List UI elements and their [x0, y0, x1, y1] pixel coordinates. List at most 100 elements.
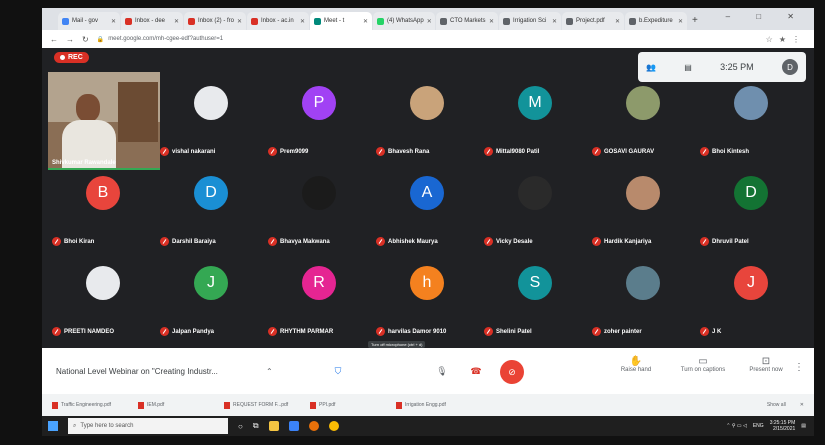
- present-button[interactable]: ⊡ Present now: [744, 356, 788, 373]
- participant-name-row: Darshil Baraiya: [160, 237, 216, 246]
- clock[interactable]: 3:25:15 PM 2/15/2021: [770, 420, 796, 432]
- captions-button[interactable]: ▭ Turn on captions: [676, 356, 730, 373]
- reload-icon[interactable]: ↻: [82, 35, 89, 44]
- more-options-icon[interactable]: ⋮: [794, 362, 804, 373]
- pdf-file-icon: [310, 401, 316, 409]
- mic-muted-icon: [160, 327, 169, 336]
- participant-name: RHYTHM PARMAR: [280, 328, 334, 335]
- participant-name: vishal nakarani: [172, 148, 216, 155]
- firefox-icon[interactable]: [308, 421, 319, 431]
- chat-icon[interactable]: ▤: [684, 63, 692, 72]
- tab-favicon-icon: [188, 17, 195, 25]
- participant-tile[interactable]: P Prem9099: [264, 72, 372, 160]
- mic-muted-icon: [268, 237, 277, 246]
- cortana-icon[interactable]: ○: [238, 422, 243, 431]
- language-indicator[interactable]: ENG: [753, 423, 764, 429]
- shield-icon[interactable]: ⛉: [328, 361, 348, 381]
- participant-tile[interactable]: vishal nakarani: [156, 72, 264, 160]
- browser-tab[interactable]: Irrigation Sci ✕: [499, 12, 561, 30]
- close-icon[interactable]: ✕: [800, 402, 804, 408]
- toolbar-icons[interactable]: ☆★⋮: [766, 35, 806, 44]
- participant-name: Bhoi Kiran: [64, 238, 95, 245]
- windows-start-icon[interactable]: [48, 421, 58, 431]
- browser-tab[interactable]: Inbox - dee ✕: [121, 12, 183, 30]
- microphone-button[interactable]: 🎙: [432, 361, 452, 381]
- tab-close-icon[interactable]: ✕: [678, 18, 683, 25]
- browser-tab[interactable]: Inbox - ac.in ✕: [247, 12, 309, 30]
- browser-tab[interactable]: Project.pdf ✕: [562, 12, 624, 30]
- participant-tile[interactable]: Hardik Kanjariya: [588, 162, 696, 250]
- participant-tile[interactable]: Bhavya Makwana: [264, 162, 372, 250]
- mic-muted-icon: [52, 327, 61, 336]
- tab-label: CTO Markets: [450, 18, 486, 24]
- browser-tab[interactable]: (4) WhatsApp ✕: [373, 12, 435, 30]
- participant-tile[interactable]: Bhavesh Rana: [372, 72, 480, 160]
- tab-close-icon[interactable]: ✕: [615, 18, 620, 25]
- show-all-downloads[interactable]: Show all: [767, 402, 786, 408]
- participant-tile[interactable]: M Mittal9080 Patil: [480, 72, 588, 160]
- participant-avatar: A: [410, 176, 444, 210]
- participant-tile[interactable]: S Shelini Patel: [480, 252, 588, 340]
- mic-muted-icon: [700, 237, 709, 246]
- leave-call-button[interactable]: ☎: [466, 361, 486, 381]
- tab-close-icon[interactable]: ✕: [111, 18, 116, 25]
- chevron-up-icon[interactable]: ⌃: [266, 367, 273, 376]
- participant-tile[interactable]: PREETI NAMDEO: [48, 252, 156, 340]
- new-tab-button[interactable]: +: [692, 12, 698, 30]
- participant-tile[interactable]: zoher painter: [588, 252, 696, 340]
- raise-hand-button[interactable]: ✋ Raise hand: [616, 356, 656, 373]
- window-controls[interactable]: – □ ✕: [726, 12, 806, 21]
- participant-name-row: Mittal9080 Patil: [484, 147, 539, 156]
- participant-tile[interactable]: D Darshil Baraiya: [156, 162, 264, 250]
- participant-avatar: P: [302, 86, 336, 120]
- participant-tile[interactable]: J J K: [696, 252, 804, 340]
- taskbar-search[interactable]: ⌕ Type here to search: [68, 418, 228, 434]
- browser-tab[interactable]: CTO Markets ✕: [436, 12, 498, 30]
- self-video-tile[interactable]: Shivkumar Rawandale: [48, 72, 160, 170]
- participant-tile[interactable]: A Abhishek Maurya: [372, 162, 480, 250]
- participant-tile[interactable]: D Dhruvil Patel: [696, 162, 804, 250]
- participant-tile[interactable]: h harvilas Damor 9010: [372, 252, 480, 340]
- participant-name: Bhavya Makwana: [280, 238, 330, 245]
- tray-icons[interactable]: ⌃ ⚲ ▭ ◁: [726, 423, 747, 429]
- task-view-icon[interactable]: ⧉: [253, 421, 259, 431]
- notification-icon[interactable]: ▤: [801, 423, 806, 429]
- search-placeholder: Type here to search: [80, 423, 134, 429]
- back-icon[interactable]: ←: [50, 35, 58, 44]
- tab-close-icon[interactable]: ✕: [237, 18, 242, 25]
- download-item[interactable]: REQUEST FORM F...pdf: [224, 401, 296, 409]
- chrome-icon[interactable]: [328, 421, 339, 431]
- download-item[interactable]: Traffic Engineering.pdf: [52, 401, 124, 409]
- participant-avatar: [194, 86, 228, 120]
- tab-close-icon[interactable]: ✕: [427, 18, 432, 25]
- participant-tile[interactable]: Vicky Desale: [480, 162, 588, 250]
- browser-tab[interactable]: Meet - t ✕: [310, 12, 372, 30]
- people-icon[interactable]: 👥: [646, 63, 656, 72]
- forward-icon[interactable]: →: [66, 35, 74, 44]
- camera-off-button[interactable]: ⊘: [500, 360, 524, 384]
- download-item[interactable]: PPI.pdf: [310, 401, 382, 409]
- tab-close-icon[interactable]: ✕: [300, 18, 305, 25]
- tab-close-icon[interactable]: ✕: [552, 18, 557, 25]
- tab-close-icon[interactable]: ✕: [174, 18, 179, 25]
- participant-tile[interactable]: R RHYTHM PARMAR: [264, 252, 372, 340]
- browser-tab[interactable]: b.Expediture ✕: [625, 12, 687, 30]
- participant-tile[interactable]: B Bhoi Kiran: [48, 162, 156, 250]
- participant-name-row: Vicky Desale: [484, 237, 533, 246]
- participant-tile[interactable]: J Jalpan Pandya: [156, 252, 264, 340]
- file-explorer-icon[interactable]: [268, 421, 279, 431]
- participant-name: Abhishek Maurya: [388, 238, 438, 245]
- download-item[interactable]: IEM.pdf: [138, 401, 210, 409]
- browser-tab[interactable]: Mail - gov ✕: [58, 12, 120, 30]
- tab-close-icon[interactable]: ✕: [363, 18, 368, 25]
- browser-tab[interactable]: Inbox (2) - fro ✕: [184, 12, 246, 30]
- self-name-wrap: Shivkumar Rawandale: [48, 82, 160, 168]
- meeting-title[interactable]: National Level Webinar on "Creating Indu…: [56, 367, 266, 376]
- url-field[interactable]: 🔒 meet.google.com/mh-cgee-edf?authuser=1: [97, 36, 758, 43]
- tab-close-icon[interactable]: ✕: [489, 18, 494, 25]
- participant-tile[interactable]: Bhoi Kintesh: [696, 72, 804, 160]
- download-item[interactable]: Irrigation Engg.pdf: [396, 401, 468, 409]
- mail-icon[interactable]: [288, 421, 299, 431]
- participant-avatar: S: [518, 266, 552, 300]
- participant-tile[interactable]: GOSAVI GAURAV: [588, 72, 696, 160]
